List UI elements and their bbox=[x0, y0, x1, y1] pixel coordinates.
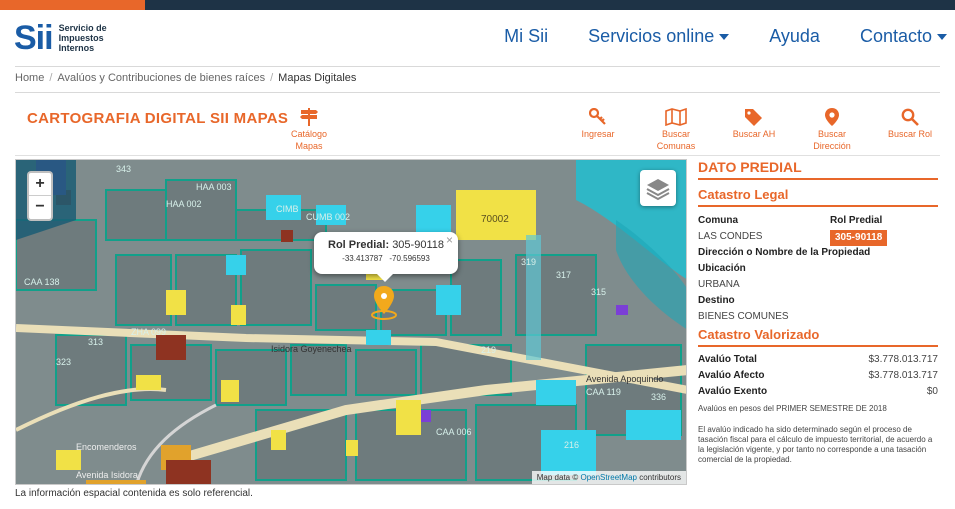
avaluo-total-row: Avalúo Total $3.778.013.717 bbox=[698, 354, 938, 365]
destino-value: BIENES COMUNES bbox=[698, 311, 789, 322]
panel-title: DATO PREDIAL bbox=[698, 159, 938, 180]
direccion-label: Dirección o Nombre de la Propiedad bbox=[698, 247, 871, 258]
map-pin-icon bbox=[825, 108, 839, 126]
zoom-control: + − bbox=[27, 171, 53, 221]
map-label: CIMB bbox=[276, 204, 299, 214]
nav-servicios-online[interactable]: Servicios online bbox=[588, 26, 730, 47]
comuna-value: LAS CONDES bbox=[698, 231, 763, 242]
main-nav: Mi Sii Servicios online Ayuda Contacto bbox=[464, 26, 947, 47]
catastro-valorizado-heading: Catastro Valorizado bbox=[698, 327, 938, 347]
map-popup: × Rol Predial: 305-90118 -33.413787 -70.… bbox=[314, 232, 458, 282]
buscar-ah-button[interactable]: Buscar AH bbox=[728, 108, 780, 140]
map-label: 313 bbox=[88, 337, 103, 347]
buscar-rol-button[interactable]: Buscar Rol bbox=[884, 108, 936, 140]
rol-badge: 305-90118 bbox=[830, 230, 888, 246]
breadcrumb-home[interactable]: Home bbox=[15, 72, 44, 84]
map-disclaimer: La información espacial contenida es sol… bbox=[15, 488, 253, 499]
map-label: 343 bbox=[116, 164, 131, 174]
buscar-direccion-button[interactable]: Buscar Dirección bbox=[808, 108, 856, 152]
search-icon bbox=[901, 108, 919, 126]
comuna-rol-values: LAS CONDES 305-90118 bbox=[698, 229, 938, 246]
map-label: 315 bbox=[591, 287, 606, 297]
valuation-disclaimer: El avalúo indicado ha sido determinado s… bbox=[698, 425, 933, 464]
map-label: ZHA 099 bbox=[131, 327, 166, 337]
map-label: CUMB 002 bbox=[306, 212, 350, 222]
divider bbox=[15, 155, 940, 156]
chevron-down-icon bbox=[937, 33, 947, 40]
map-icon bbox=[665, 108, 687, 126]
layers-button[interactable] bbox=[640, 170, 676, 206]
map-attribution: Map data © OpenStreetMap contributors bbox=[531, 471, 686, 484]
map-label: Encomenderos bbox=[76, 442, 137, 452]
valuation-note: Avalúos en pesos del PRIMER SEMESTRE DE … bbox=[698, 404, 887, 413]
property-panel: DATO PREDIAL Catastro Legal Comuna Rol P… bbox=[698, 159, 938, 465]
popup-coords: -33.413787 -70.596593 bbox=[342, 254, 430, 263]
catastro-legal-heading: Catastro Legal bbox=[698, 187, 938, 207]
map-label: HAA 002 bbox=[166, 199, 202, 209]
nav-mi-sii[interactable]: Mi Sii bbox=[504, 26, 548, 47]
chevron-down-icon bbox=[719, 33, 730, 40]
tag-icon bbox=[745, 109, 762, 126]
ubicacion-value: URBANA bbox=[698, 279, 740, 290]
ingresar-button[interactable]: Ingresar bbox=[577, 108, 619, 140]
buscar-comunas-button[interactable]: Buscar Comunas bbox=[653, 108, 699, 152]
map-label: 70002 bbox=[481, 214, 509, 225]
popup-title: Rol Predial: 305-90118 bbox=[328, 239, 444, 251]
map-canvas: 343 HAA 003 HAA 002 CIMB CUMB 002 70002 … bbox=[16, 160, 686, 484]
breadcrumb-current: Mapas Digitales bbox=[278, 72, 357, 84]
breadcrumb-avaluos[interactable]: Avalúos y Contribuciones de bienes raíce… bbox=[57, 72, 265, 84]
zoom-out-button[interactable]: − bbox=[29, 196, 51, 219]
map-label: Avenida Isidora bbox=[76, 470, 138, 480]
map-label: 323 bbox=[56, 357, 71, 367]
close-icon[interactable]: × bbox=[446, 233, 453, 247]
comuna-rol-labels: Comuna Rol Predial bbox=[698, 215, 883, 226]
avaluo-afecto-row: Avalúo Afecto $3.778.013.717 bbox=[698, 370, 938, 381]
map-label: 219 bbox=[481, 345, 496, 355]
catalogo-mapas-button[interactable]: Catálogo Mapas bbox=[286, 108, 332, 152]
sii-logo[interactable]: Sii Servicio de Impuestos Internos bbox=[14, 18, 126, 58]
map-label: 317 bbox=[556, 270, 571, 280]
avaluo-exento-row: Avalúo Exento $0 bbox=[698, 386, 938, 397]
nav-contacto[interactable]: Contacto bbox=[860, 26, 947, 47]
page-title: CARTOGRAFIA DIGITAL SII MAPAS bbox=[27, 110, 289, 127]
popup-tip bbox=[377, 274, 393, 282]
key-icon bbox=[589, 108, 606, 125]
divider bbox=[15, 66, 940, 67]
map-label: CAA 138 bbox=[24, 277, 60, 287]
top-bar-accent bbox=[0, 0, 145, 10]
map-label: 319 bbox=[521, 257, 536, 267]
nav-ayuda[interactable]: Ayuda bbox=[769, 26, 820, 47]
map-label: 216 bbox=[564, 440, 579, 450]
map-label: CAA 006 bbox=[436, 427, 472, 437]
divider bbox=[15, 92, 940, 93]
map-label: Avenida Apoquindo bbox=[586, 374, 663, 384]
destino-label: Destino bbox=[698, 295, 735, 306]
osm-link[interactable]: OpenStreetMap bbox=[580, 473, 636, 482]
map-label: Isidora Goyenechea bbox=[271, 344, 352, 354]
valuation-list: Avalúo Total $3.778.013.717 Avalúo Afecto… bbox=[698, 352, 938, 400]
zoom-in-button[interactable]: + bbox=[29, 173, 51, 196]
layers-icon bbox=[646, 179, 670, 201]
logo-text: Servicio de Impuestos Internos bbox=[58, 23, 107, 53]
map-label: 336 bbox=[651, 392, 666, 402]
map-label: CAA 119 bbox=[586, 387, 621, 397]
logo-mark: Sii bbox=[14, 19, 54, 57]
breadcrumb: Home / Avalúos y Contribuciones de bienes … bbox=[15, 72, 357, 84]
map-viewer[interactable]: 343 HAA 003 HAA 002 CIMB CUMB 002 70002 … bbox=[15, 159, 687, 485]
signpost-icon bbox=[300, 108, 318, 126]
ubicacion-label: Ubicación bbox=[698, 263, 746, 274]
map-label: HAA 003 bbox=[196, 182, 232, 192]
